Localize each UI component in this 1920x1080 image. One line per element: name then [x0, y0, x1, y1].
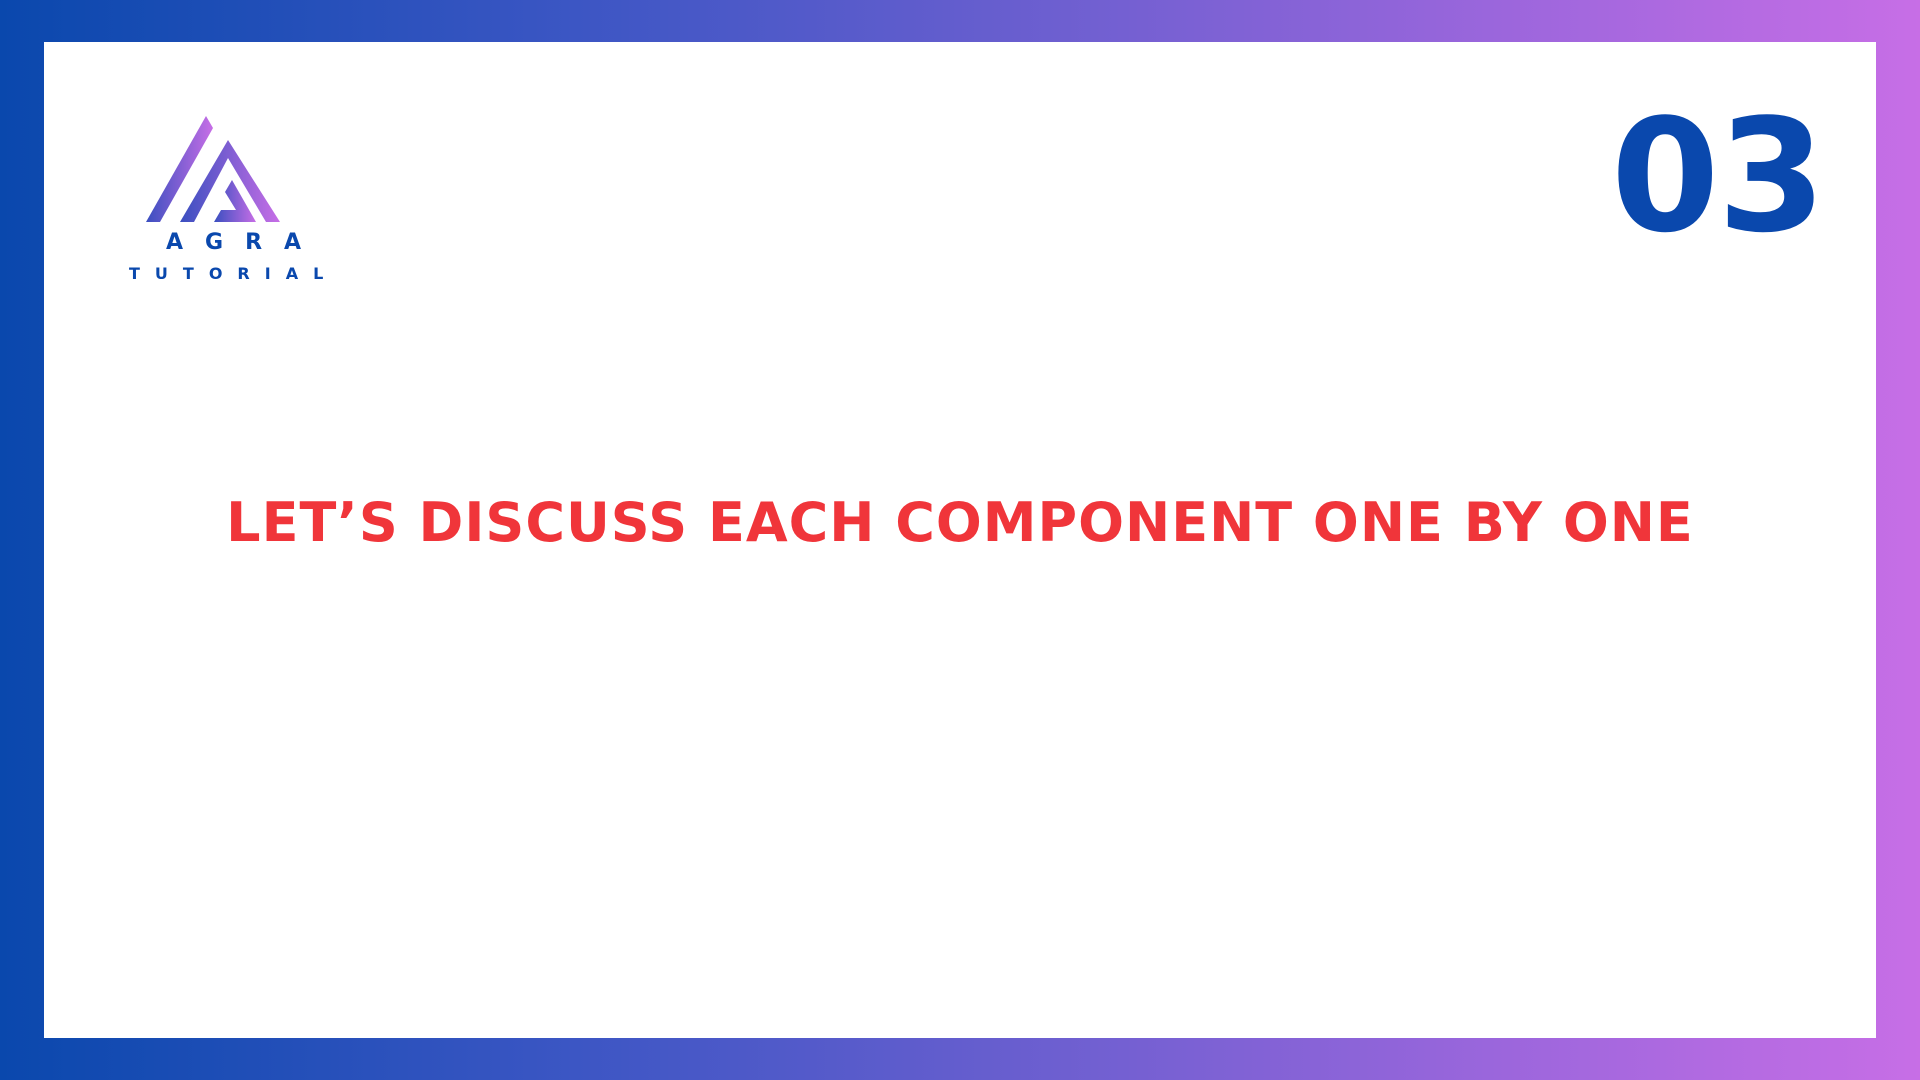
logo-wordmark-tutorial: TUTORIAL — [129, 264, 339, 283]
slide-headline: LET’S DISCUSS EACH COMPONENT ONE BY ONE — [226, 491, 1694, 554]
slide-canvas: AGRA TUTORIAL 03 LET’S DISCUSS EACH COMP… — [44, 42, 1876, 1038]
triangle-logo-icon — [146, 116, 280, 222]
brand-logo: AGRA TUTORIAL — [114, 104, 339, 294]
logo-wordmark-agra: AGRA — [166, 230, 324, 255]
slide-number: 03 — [1610, 85, 1826, 267]
